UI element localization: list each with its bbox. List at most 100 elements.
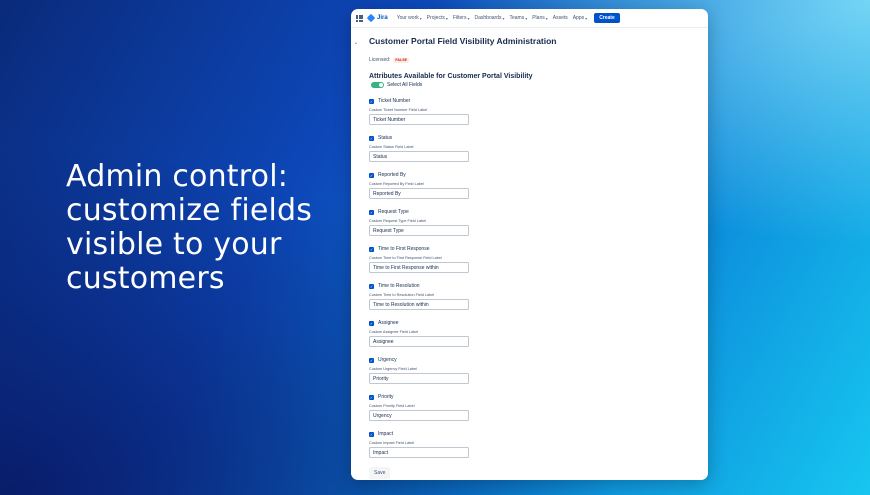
main-content: Customer Portal Field Visibility Adminis… bbox=[369, 36, 698, 479]
custom-label-input-status[interactable] bbox=[369, 151, 469, 162]
field-block-request-type: ✓ Request Type Custom Request Type Field L… bbox=[369, 208, 698, 236]
licensed-label: Licensed: bbox=[369, 57, 391, 63]
nav-item-apps[interactable]: Apps ▾ bbox=[573, 15, 587, 21]
nav-item-assets[interactable]: Assets bbox=[553, 15, 568, 21]
field-block-time-to-resolution: ✓ Time to Resolution Custom Time to Resolu… bbox=[369, 282, 698, 310]
field-checkbox-row[interactable]: ✓ Status bbox=[369, 134, 698, 142]
custom-field-label: Custom Time to Resolution Field Label bbox=[369, 293, 435, 297]
jira-logo[interactable]: Jira bbox=[366, 13, 388, 23]
checkbox-checked-icon[interactable]: ✓ bbox=[369, 431, 374, 437]
checkbox-checked-icon[interactable]: ✓ bbox=[369, 172, 374, 178]
field-block-time-to-first-response: ✓ Time to First Response Custom Time to Fi… bbox=[369, 245, 698, 273]
nav-item-dashboards[interactable]: Dashboards ▾ bbox=[474, 15, 504, 21]
select-all-label: Select All Fields bbox=[387, 82, 423, 88]
logo-text: Jira bbox=[377, 15, 388, 21]
custom-label-input-time-to-resolution[interactable] bbox=[369, 299, 469, 310]
field-name: Status bbox=[378, 135, 393, 141]
chevron-down-icon: ▾ bbox=[445, 15, 448, 21]
field-checkbox-row[interactable]: ✓ Time to First Response bbox=[369, 245, 698, 253]
field-checkbox-row[interactable]: ✓ Priority bbox=[369, 393, 698, 401]
nav-item-label: Your work bbox=[396, 15, 419, 21]
custom-label-input-priority[interactable] bbox=[369, 410, 469, 421]
checkbox-checked-icon[interactable]: ✓ bbox=[369, 209, 374, 215]
save-button[interactable]: Save bbox=[369, 467, 391, 479]
top-navigation-bar: Jira Your work ▾ Projects ▾ Filters ▾ Dashboar… bbox=[351, 9, 708, 28]
field-block-assignee: ✓ Assignee Custom Assignee Field Label bbox=[369, 319, 698, 347]
custom-label-input-urgency[interactable] bbox=[369, 373, 469, 384]
field-checkbox-row[interactable]: ✓ Time to Resolution bbox=[369, 282, 698, 290]
select-all-toggle[interactable] bbox=[371, 82, 384, 88]
field-block-impact: ✓ Impact Custom Impact Field Label bbox=[369, 430, 698, 458]
custom-field-label: Custom Impact Field Label bbox=[369, 441, 415, 445]
field-block-ticket-number: ✓ Ticket Number Custom Ticket Number Field… bbox=[369, 97, 698, 125]
nav-item-your-work[interactable]: Your work ▾ bbox=[397, 15, 422, 21]
marketing-headline: Admin control: customize fields visible … bbox=[66, 160, 336, 296]
field-block-status: ✓ Status Custom Status Field Label bbox=[369, 134, 698, 162]
checkbox-checked-icon[interactable]: ✓ bbox=[369, 283, 374, 289]
field-checkbox-row[interactable]: ✓ Impact bbox=[369, 430, 698, 438]
custom-label-input-assignee[interactable] bbox=[369, 336, 469, 347]
field-block-priority: ✓ Priority Custom Priority Field Label bbox=[369, 393, 698, 421]
section-title: Attributes Available for Customer Portal… bbox=[369, 73, 533, 80]
nav-item-plans[interactable]: Plans ▾ bbox=[532, 15, 548, 21]
sidebar-expand-icon[interactable]: • bbox=[355, 41, 357, 47]
field-name: Ticket Number bbox=[378, 98, 411, 104]
headline-line: customize fields bbox=[66, 193, 313, 228]
field-checkbox-row[interactable]: ✓ Urgency bbox=[369, 356, 698, 364]
app-switcher-icon[interactable] bbox=[356, 14, 363, 22]
chevron-down-icon: ▾ bbox=[502, 15, 505, 21]
chevron-down-icon: ▾ bbox=[419, 15, 422, 21]
headline-line: visible to your bbox=[66, 227, 282, 262]
field-name: Priority bbox=[378, 394, 394, 400]
custom-field-label: Custom Priority Field Label bbox=[369, 404, 415, 408]
nav-item-label: Filters bbox=[452, 15, 467, 21]
custom-field-label: Custom Request Type Field Label bbox=[369, 219, 427, 223]
custom-label-input-request-type[interactable] bbox=[369, 225, 469, 236]
custom-label-input-impact[interactable] bbox=[369, 447, 469, 458]
field-checkbox-row[interactable]: ✓ Request Type bbox=[369, 208, 698, 216]
field-list: ✓ Ticket Number Custom Ticket Number Field… bbox=[369, 97, 698, 458]
field-name: Time to Resolution bbox=[378, 283, 420, 289]
headline-line: Admin control: bbox=[66, 159, 289, 194]
app-window: Jira Your work ▾ Projects ▾ Filters ▾ Dashboar… bbox=[351, 9, 708, 480]
jira-logo-icon bbox=[366, 13, 376, 23]
nav-item-label: Teams bbox=[509, 15, 525, 21]
nav-item-projects[interactable]: Projects ▾ bbox=[427, 15, 448, 21]
checkbox-checked-icon[interactable]: ✓ bbox=[369, 320, 374, 326]
nav-item-label: Dashboards bbox=[474, 15, 502, 21]
checkbox-checked-icon[interactable]: ✓ bbox=[369, 246, 374, 252]
create-button[interactable]: Create bbox=[594, 13, 620, 23]
custom-field-label: Custom Ticket Number Field Label bbox=[369, 108, 428, 112]
nav-item-label: Assets bbox=[552, 15, 568, 21]
headline-line: customers bbox=[66, 261, 225, 296]
license-badge: FALSE bbox=[393, 57, 409, 63]
checkbox-checked-icon[interactable]: ✓ bbox=[369, 394, 374, 400]
field-name: Time to First Response bbox=[378, 246, 430, 252]
custom-label-input-time-to-first-response[interactable] bbox=[369, 262, 469, 273]
custom-label-input-ticket-number[interactable] bbox=[369, 114, 469, 125]
checkbox-checked-icon[interactable]: ✓ bbox=[369, 98, 374, 104]
nav-item-teams[interactable]: Teams ▾ bbox=[509, 15, 527, 21]
checkbox-checked-icon[interactable]: ✓ bbox=[369, 357, 374, 363]
chevron-down-icon: ▾ bbox=[525, 15, 528, 21]
field-name: Urgency bbox=[378, 357, 397, 363]
field-name: Impact bbox=[378, 431, 394, 437]
field-block-urgency: ✓ Urgency Custom Urgency Field Label bbox=[369, 356, 698, 384]
custom-field-label: Custom Reported By Field Label bbox=[369, 182, 424, 186]
nav-item-label: Plans bbox=[532, 15, 545, 21]
chevron-down-icon: ▾ bbox=[545, 15, 548, 21]
nav-item-filters[interactable]: Filters ▾ bbox=[453, 15, 470, 21]
field-checkbox-row[interactable]: ✓ Ticket Number bbox=[369, 97, 698, 105]
field-name: Request Type bbox=[378, 209, 409, 215]
field-checkbox-row[interactable]: ✓ Assignee bbox=[369, 319, 698, 327]
custom-field-label: Custom Assignee Field Label bbox=[369, 330, 419, 334]
field-checkbox-row[interactable]: ✓ Reported By bbox=[369, 171, 698, 179]
field-name: Assignee bbox=[378, 320, 399, 326]
checkbox-checked-icon[interactable]: ✓ bbox=[369, 135, 374, 141]
nav-item-label: Apps bbox=[572, 15, 585, 21]
chevron-down-icon: ▾ bbox=[585, 15, 588, 21]
custom-field-label: Custom Time to First Response Field Labe… bbox=[369, 256, 442, 260]
chevron-down-icon: ▾ bbox=[467, 15, 470, 21]
page-title: Customer Portal Field Visibility Adminis… bbox=[369, 36, 557, 46]
custom-label-input-reported-by[interactable] bbox=[369, 188, 469, 199]
